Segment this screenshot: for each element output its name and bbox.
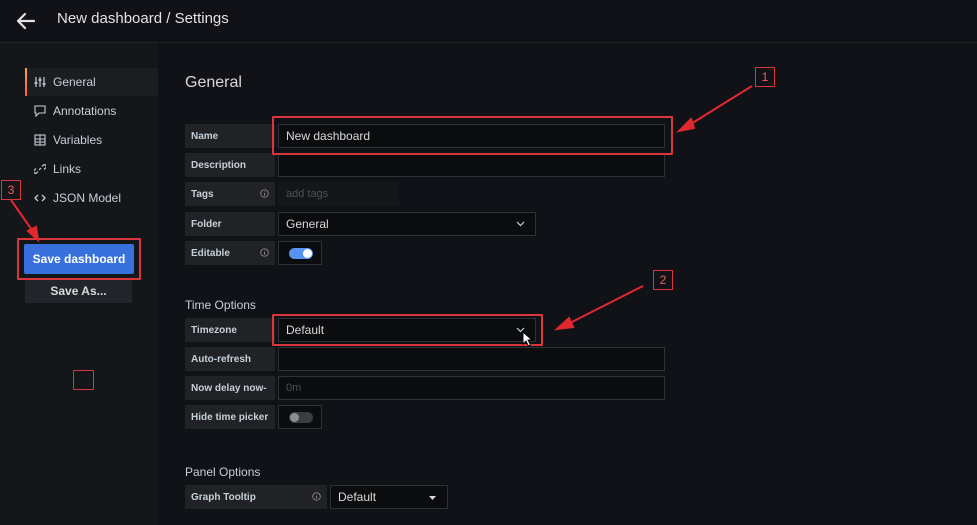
- callout-box-name: [272, 116, 673, 155]
- info-icon[interactable]: [260, 248, 269, 257]
- calculator-icon: [33, 133, 47, 147]
- editable-toggle-wrap: [278, 241, 322, 265]
- mouse-cursor-icon: [522, 331, 534, 347]
- now-delay-placeholder: 0m: [286, 382, 302, 394]
- page-title: New dashboard / Settings: [57, 10, 229, 27]
- sidebar-item-json-model[interactable]: JSON Model: [25, 184, 158, 212]
- timezone-label: Timezone: [185, 318, 275, 342]
- folder-select[interactable]: General: [278, 212, 536, 236]
- comment-icon: [33, 104, 47, 118]
- section-heading-time-options: Time Options: [185, 298, 256, 312]
- tags-label-text: Tags: [191, 188, 214, 200]
- autorefresh-label: Auto-refresh: [185, 347, 275, 371]
- section-heading-panel-options: Panel Options: [185, 465, 261, 479]
- callout-box-save: [17, 238, 141, 280]
- code-icon: [33, 191, 47, 205]
- chevron-down-icon: [516, 221, 525, 227]
- hide-time-picker-toggle[interactable]: [289, 412, 313, 423]
- callout-box-empty: [73, 370, 94, 390]
- sliders-icon: [33, 75, 47, 89]
- hide-time-picker-toggle-wrap: [278, 405, 322, 429]
- info-icon[interactable]: [312, 492, 321, 501]
- tags-input[interactable]: add tags: [278, 182, 399, 206]
- toggle-knob: [303, 249, 312, 258]
- editable-label: Editable: [185, 241, 275, 265]
- editable-toggle[interactable]: [289, 248, 313, 259]
- hide-time-picker-label: Hide time picker: [185, 405, 275, 429]
- description-label: Description: [185, 153, 275, 177]
- sidebar-item-links[interactable]: Links: [25, 155, 158, 183]
- graph-tooltip-label: Graph Tooltip: [185, 485, 327, 509]
- autorefresh-input[interactable]: [278, 347, 665, 371]
- sidebar-item-label: Annotations: [53, 104, 117, 118]
- back-button[interactable]: [14, 9, 38, 33]
- now-delay-input[interactable]: 0m: [278, 376, 665, 400]
- top-bar: New dashboard / Settings: [0, 0, 977, 43]
- caret-down-icon: [429, 496, 436, 500]
- info-icon[interactable]: [260, 189, 269, 198]
- tags-placeholder: add tags: [286, 188, 329, 200]
- description-input[interactable]: [278, 153, 665, 177]
- sidebar-item-variables[interactable]: Variables: [25, 126, 158, 154]
- link-icon: [33, 162, 47, 176]
- folder-label: Folder: [185, 212, 275, 236]
- callout-box-timezone: [272, 314, 543, 346]
- sidebar-item-annotations[interactable]: Annotations: [25, 97, 158, 125]
- name-label: Name: [185, 124, 275, 148]
- save-as-button[interactable]: Save As...: [25, 279, 132, 303]
- editable-label-text: Editable: [191, 247, 230, 259]
- annotation-badge-1: 1: [755, 67, 775, 87]
- toggle-knob: [290, 413, 299, 422]
- sidebar-item-label: General: [53, 75, 96, 89]
- now-delay-label: Now delay now-: [185, 376, 275, 400]
- graph-tooltip-select[interactable]: Default: [330, 485, 448, 509]
- sidebar-item-general[interactable]: General: [25, 68, 158, 96]
- folder-select-value: General: [286, 217, 329, 231]
- graph-tooltip-select-value: Default: [338, 490, 377, 504]
- arrow-left-icon: [17, 13, 35, 29]
- sidebar-item-label: Links: [53, 162, 82, 176]
- sidebar-item-label: Variables: [53, 133, 103, 147]
- annotation-badge-2: 2: [653, 270, 673, 290]
- graph-tooltip-label-text: Graph Tooltip: [191, 491, 256, 503]
- section-heading-general: General: [185, 74, 242, 91]
- sidebar-item-label: JSON Model: [53, 191, 122, 205]
- tags-label: Tags: [185, 182, 275, 206]
- annotation-badge-3: 3: [1, 180, 21, 200]
